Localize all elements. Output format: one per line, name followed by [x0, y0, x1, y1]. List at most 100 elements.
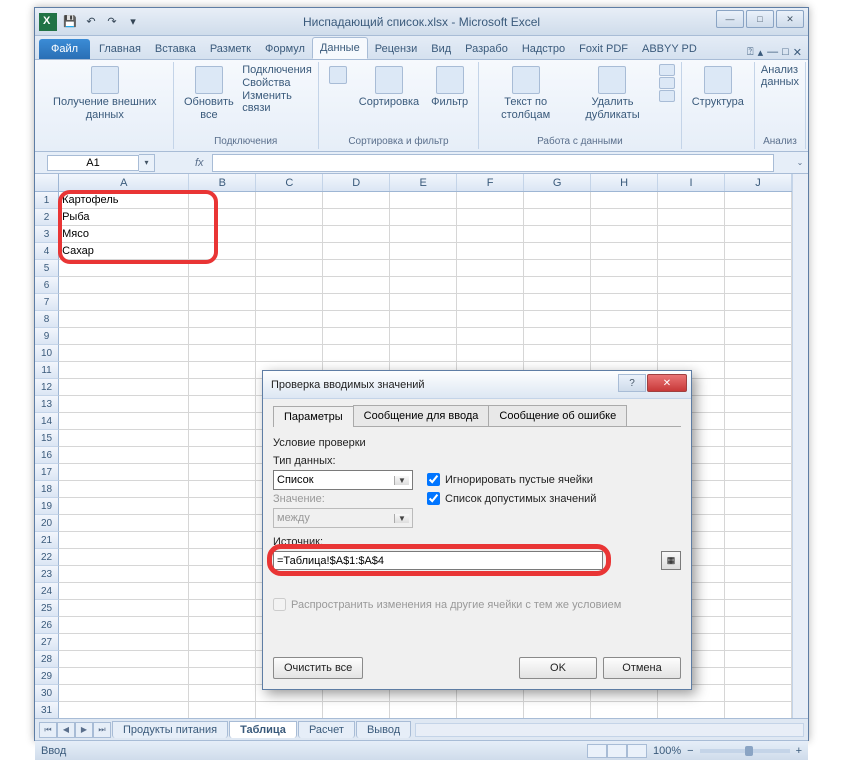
cell[interactable]	[189, 328, 256, 345]
cell[interactable]	[524, 328, 591, 345]
cell[interactable]	[457, 294, 524, 311]
cell[interactable]	[725, 668, 792, 685]
cell[interactable]	[390, 345, 457, 362]
cell[interactable]	[189, 600, 256, 617]
cell[interactable]	[59, 430, 189, 447]
cell[interactable]	[725, 379, 792, 396]
cell[interactable]	[189, 617, 256, 634]
cell[interactable]	[457, 702, 524, 718]
name-box-dropdown[interactable]: ▾	[139, 154, 155, 172]
cell[interactable]	[524, 277, 591, 294]
row-header[interactable]: 28	[35, 651, 59, 668]
sheet-nav-prev[interactable]: ◀	[57, 722, 75, 738]
cell[interactable]	[59, 328, 189, 345]
cell[interactable]	[725, 481, 792, 498]
cell[interactable]	[524, 209, 591, 226]
row-header[interactable]: 2	[35, 209, 59, 226]
cell[interactable]	[658, 192, 725, 209]
cell[interactable]	[457, 209, 524, 226]
cell[interactable]	[524, 226, 591, 243]
cell[interactable]	[59, 311, 189, 328]
cell[interactable]	[390, 294, 457, 311]
cell[interactable]	[59, 702, 189, 718]
dialog-titlebar[interactable]: Проверка вводимых значений ? ✕	[263, 371, 691, 399]
cell[interactable]	[725, 243, 792, 260]
cell[interactable]	[725, 583, 792, 600]
cell[interactable]	[189, 481, 256, 498]
ok-button[interactable]: OK	[519, 657, 597, 679]
cell[interactable]	[390, 209, 457, 226]
dialog-tab-params[interactable]: Параметры	[273, 406, 354, 427]
workbook-restore-icon[interactable]: □	[782, 46, 789, 59]
row-header[interactable]: 17	[35, 464, 59, 481]
row-header[interactable]: 30	[35, 685, 59, 702]
cell[interactable]	[256, 277, 323, 294]
text-to-columns-button[interactable]: Текст по столбцам	[485, 64, 566, 123]
cell[interactable]	[725, 345, 792, 362]
tab-view[interactable]: Вид	[424, 39, 458, 59]
row-header[interactable]: 27	[35, 634, 59, 651]
row-header[interactable]: 29	[35, 668, 59, 685]
col-header[interactable]: J	[725, 174, 792, 191]
row-header[interactable]: 3	[35, 226, 59, 243]
cell[interactable]	[189, 685, 256, 702]
cell[interactable]	[457, 277, 524, 294]
cell[interactable]	[323, 260, 390, 277]
cell[interactable]	[59, 362, 189, 379]
cell[interactable]	[725, 430, 792, 447]
cell[interactable]	[59, 651, 189, 668]
undo-icon[interactable]: ↶	[82, 13, 100, 31]
save-icon[interactable]: 💾	[61, 13, 79, 31]
cell[interactable]	[256, 260, 323, 277]
cell[interactable]	[189, 243, 256, 260]
cell[interactable]	[189, 396, 256, 413]
row-header[interactable]: 22	[35, 549, 59, 566]
row-header[interactable]: 31	[35, 702, 59, 718]
cell[interactable]	[256, 345, 323, 362]
cell[interactable]	[189, 702, 256, 718]
cell[interactable]	[591, 243, 658, 260]
cell[interactable]	[390, 192, 457, 209]
zoom-slider[interactable]	[700, 749, 790, 753]
row-header[interactable]: 14	[35, 413, 59, 430]
dialog-tab-error-msg[interactable]: Сообщение об ошибке	[488, 405, 627, 426]
fx-icon[interactable]: fx	[195, 157, 204, 169]
zoom-level[interactable]: 100%	[653, 745, 681, 757]
workbook-close-icon[interactable]: ✕	[793, 46, 802, 59]
zoom-out-button[interactable]: −	[687, 745, 693, 757]
file-tab[interactable]: Файл	[39, 39, 90, 59]
maximize-button[interactable]: □	[746, 10, 774, 28]
sheet-tab[interactable]: Продукты питания	[112, 721, 228, 738]
cell[interactable]	[59, 668, 189, 685]
row-header[interactable]: 23	[35, 566, 59, 583]
ignore-blank-checkbox[interactable]: Игнорировать пустые ячейки	[427, 473, 596, 486]
cell[interactable]: Сахар	[59, 243, 189, 260]
in-cell-dropdown-checkbox[interactable]: Список допустимых значений	[427, 492, 596, 505]
cell[interactable]	[323, 702, 390, 718]
close-button[interactable]: ✕	[776, 10, 804, 28]
qat-dropdown-icon[interactable]: ▾	[124, 13, 142, 31]
cell[interactable]	[591, 209, 658, 226]
cell[interactable]	[256, 702, 323, 718]
row-header[interactable]: 11	[35, 362, 59, 379]
cell[interactable]	[725, 260, 792, 277]
cell[interactable]	[591, 226, 658, 243]
cell[interactable]	[59, 685, 189, 702]
cell[interactable]	[189, 651, 256, 668]
cell[interactable]	[457, 311, 524, 328]
sheet-tab-active[interactable]: Таблица	[229, 721, 297, 738]
filter-button[interactable]: Фильтр	[427, 64, 472, 111]
cell[interactable]	[59, 464, 189, 481]
cell[interactable]	[59, 549, 189, 566]
redo-icon[interactable]: ↷	[103, 13, 121, 31]
cell[interactable]	[524, 294, 591, 311]
cell[interactable]	[390, 702, 457, 718]
cell[interactable]	[59, 277, 189, 294]
cell[interactable]	[189, 345, 256, 362]
row-header[interactable]: 12	[35, 379, 59, 396]
cell[interactable]	[256, 243, 323, 260]
row-header[interactable]: 9	[35, 328, 59, 345]
cell[interactable]	[658, 209, 725, 226]
get-external-data-button[interactable]: Получение внешних данных	[43, 64, 167, 123]
cell[interactable]	[591, 345, 658, 362]
